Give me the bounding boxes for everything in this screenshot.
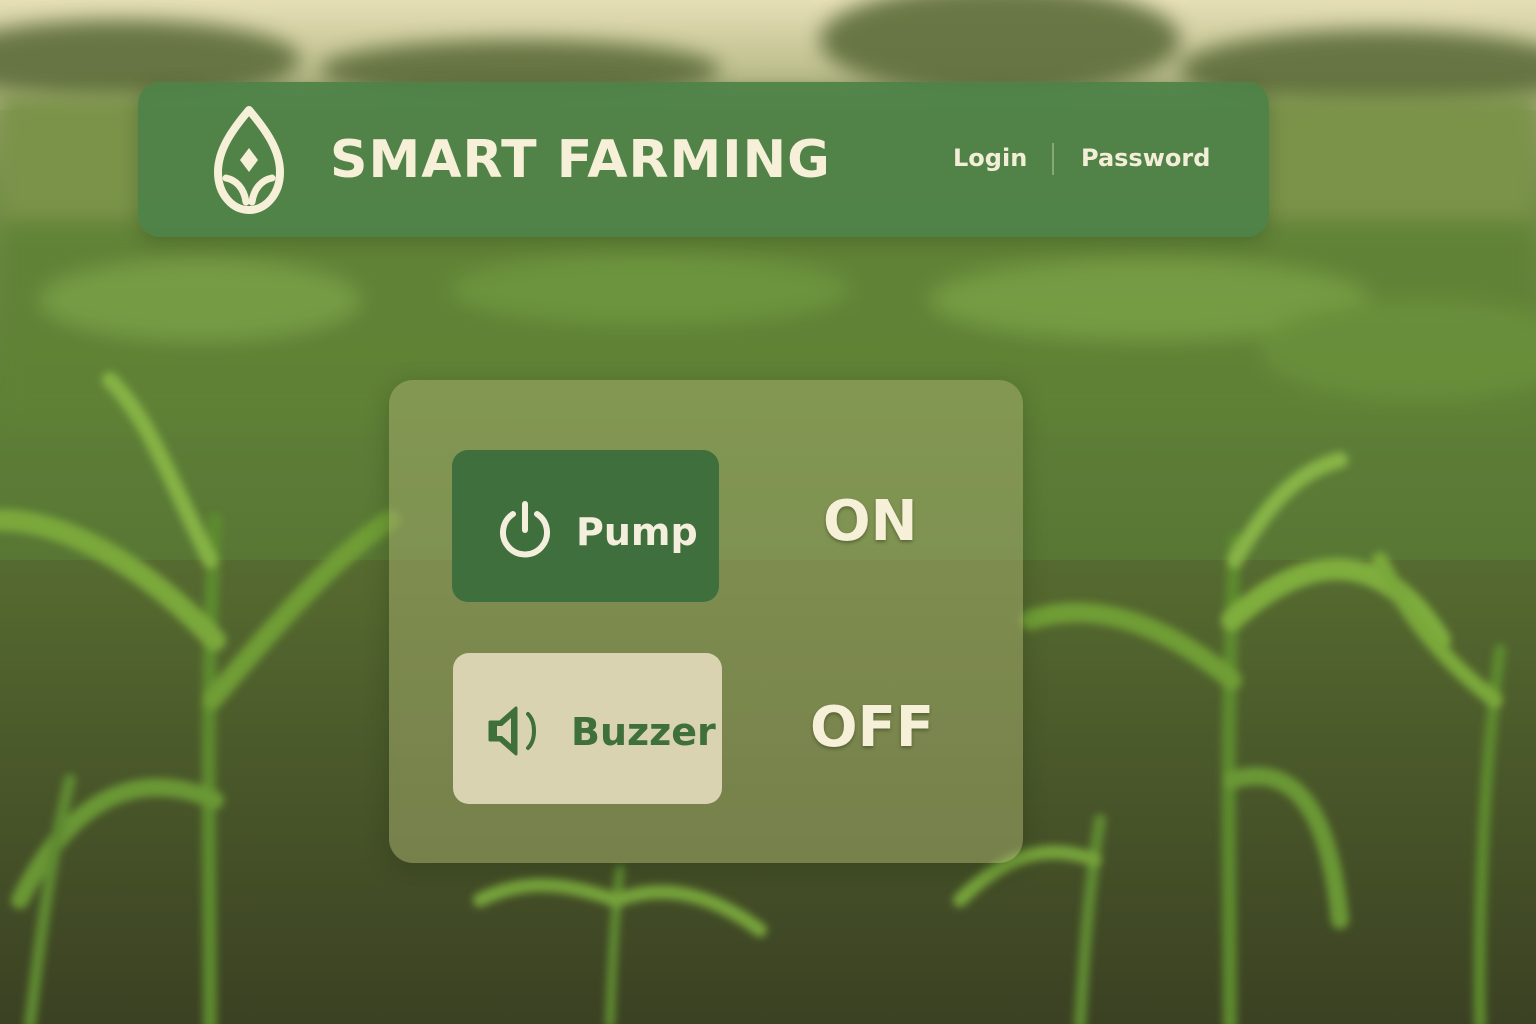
password-link[interactable]: Password <box>1081 140 1210 176</box>
leaf-drop-icon <box>210 106 288 216</box>
pump-label: Pump <box>576 510 698 554</box>
buzzer-status: OFF <box>810 695 935 760</box>
power-icon <box>496 500 554 562</box>
nav-divider <box>1052 143 1054 175</box>
speaker-icon <box>484 700 548 762</box>
login-link[interactable]: Login <box>953 140 1027 176</box>
buzzer-label: Buzzer <box>571 710 716 754</box>
app-title: SMART FARMING <box>330 130 831 190</box>
pump-status: ON <box>823 489 918 554</box>
